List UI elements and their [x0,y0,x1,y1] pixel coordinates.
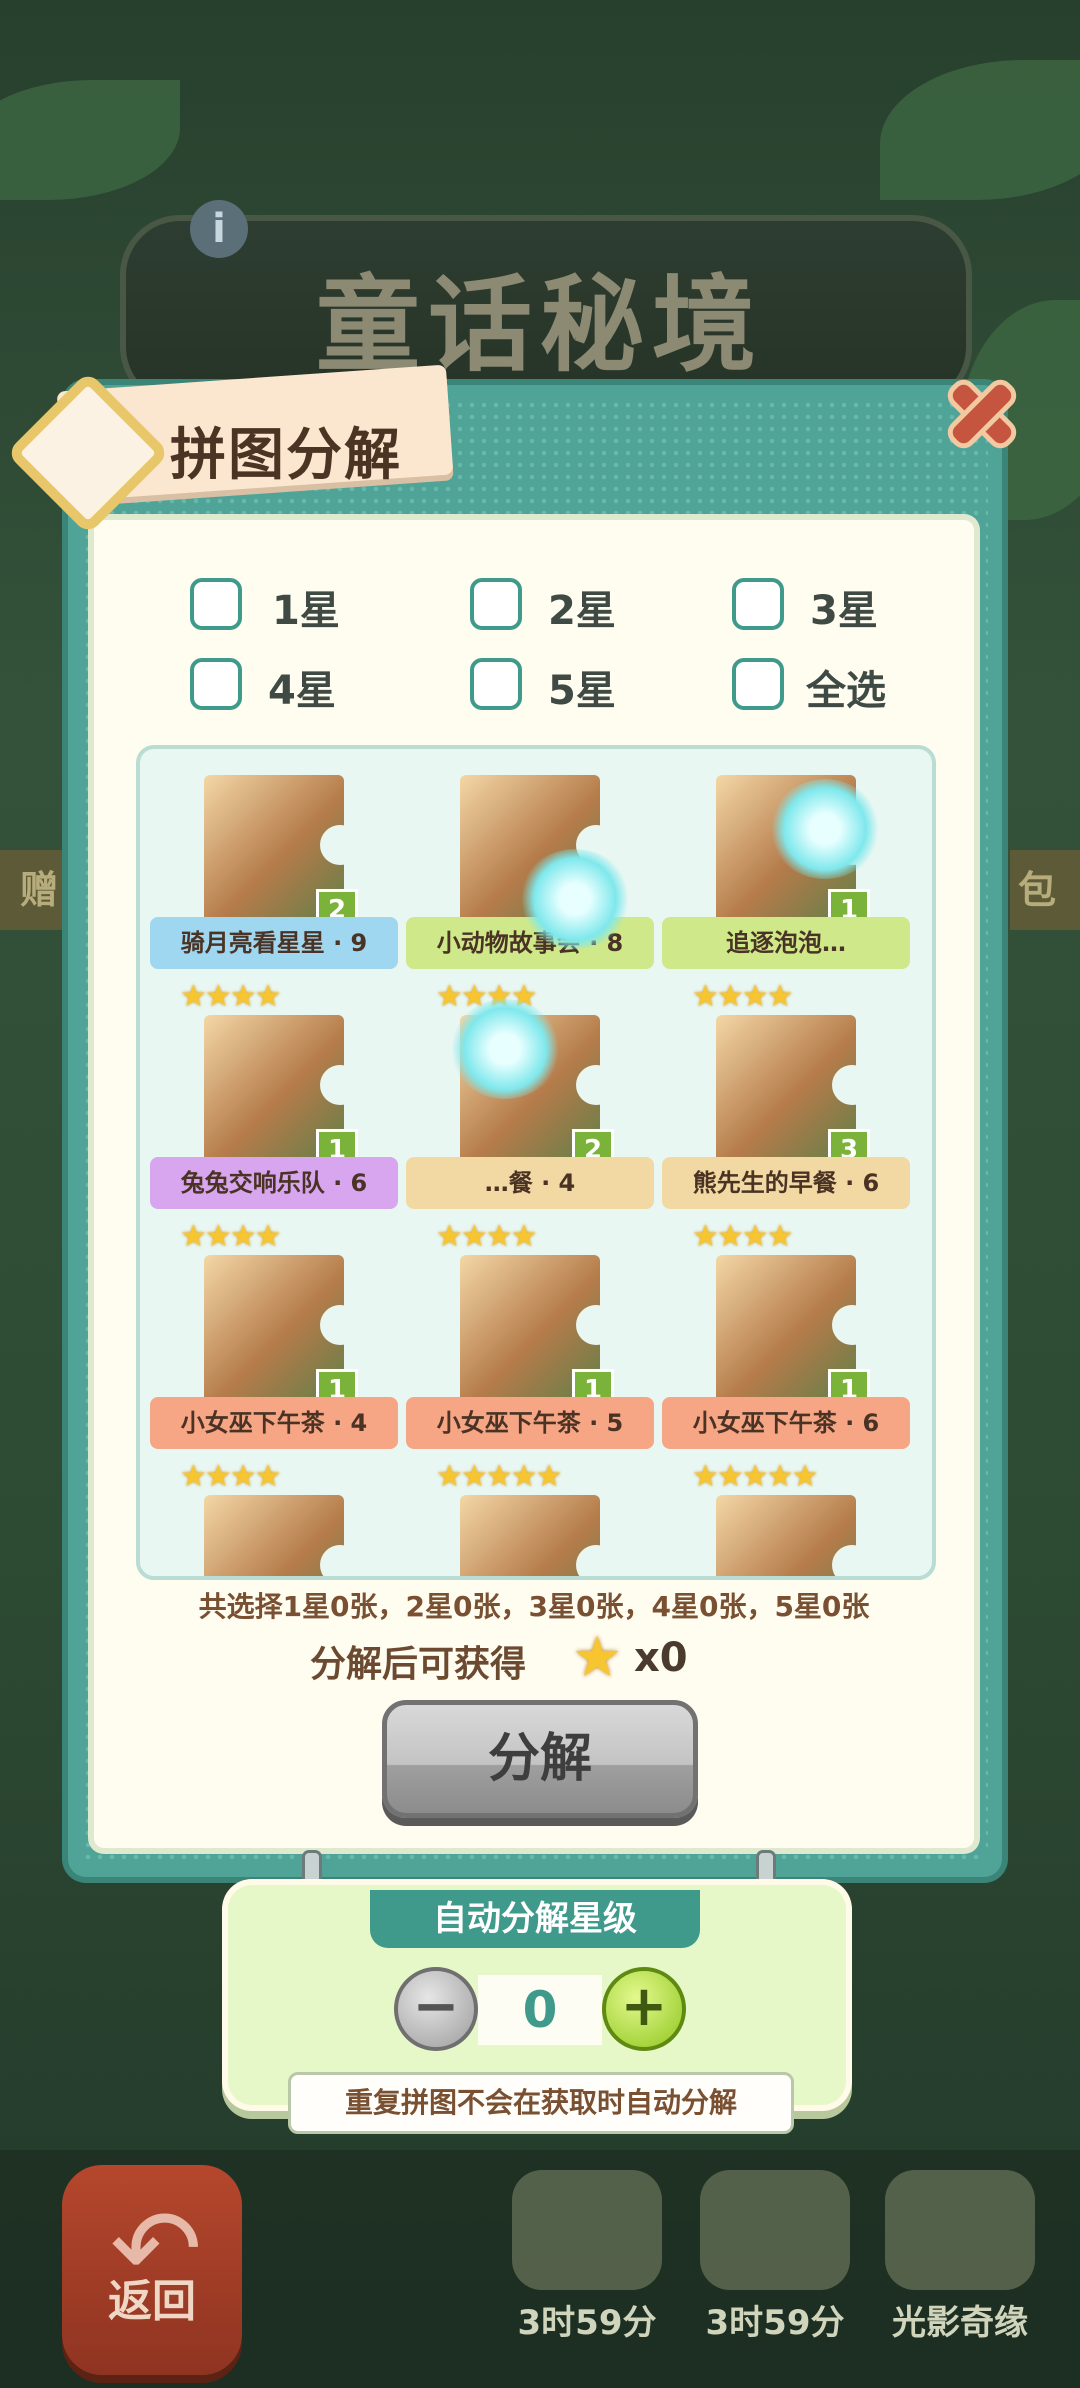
puzzle-grid[interactable]: 2骑月亮看星星 · 91小动物故事会 · 81追逐泡泡…★★★★1兔兔交响乐队 … [136,745,936,1580]
reward-label: 分解后可获得 [310,1644,527,1685]
auto-decompose-tooltip: 重复拼图不会在获取时自动分解 [288,2072,794,2134]
card-name: …餐 · 4 [406,1157,654,1209]
puzzle-card[interactable]: ★★★★ 1 小女巫下午茶 · 6 [658,1219,914,1459]
dialog-title: 拼图分解 [170,423,402,488]
selection-summary: 共选择1星0张，2星0张，3星0张，4星0张，5星0张 [198,1590,870,1623]
bottom-item-label: 光影奇缘 [892,2303,1028,2343]
star-icon: ★ [572,1625,623,1690]
filter-checkbox-select-all[interactable] [732,658,784,710]
card-name: 小女巫下午茶 · 6 [662,1397,910,1449]
bottom-item-timer: 3时59分 [705,2303,845,2343]
puzzle-image [204,1495,344,1576]
filter-label: 3星 [810,588,878,634]
background-title: 童话秘境 [315,263,764,386]
bottom-item-timer: 3时59分 [517,2303,657,2343]
puzzle-card[interactable]: ★★★★ 1 小女巫下午茶 · 4 [146,1219,402,1459]
puzzle-pack-icon[interactable] [512,2170,662,2290]
puzzle-image [460,1495,600,1576]
card-stars: ★★★★★ [436,1459,562,1494]
paw-icon [520,849,630,949]
reward-value: x0 [634,1635,688,1681]
puzzle-card[interactable]: ★★★★ 1 兔兔交响乐队 · 6 [146,979,402,1219]
card-stars: ★★★★ [692,1219,794,1254]
puzzle-card[interactable]: ★★★★ 1 小女巫下午茶 · 5 [402,1219,658,1459]
paw-icon [770,779,880,879]
puzzle-image [716,1495,856,1576]
mascot-icon[interactable] [885,2170,1035,2290]
puzzle-card[interactable]: ★★★★★1幽魂森林之歌 · 8 [658,1459,914,1576]
filter-label: 全选 [806,668,886,714]
card-stars: ★★★★ [436,1219,538,1254]
filter-label: 1星 [272,588,340,634]
side-tab-right[interactable]: 包 [1010,850,1080,930]
puzzle-card[interactable]: 1小动物故事会 · 8 [402,749,658,979]
close-button[interactable] [940,372,1024,456]
auto-decompose-title: 自动分解星级 [370,1890,700,1948]
card-name: 追逐泡泡… [662,917,910,969]
treasure-chest-icon[interactable] [700,2170,850,2290]
filter-label: 4星 [268,668,336,714]
filter-label: 5星 [548,668,616,714]
filter-checkbox-2star[interactable] [470,578,522,630]
card-stars: ★★★★ [180,979,282,1014]
filter-checkbox-5star[interactable] [470,658,522,710]
minus-button[interactable]: − [394,1967,478,2051]
puzzle-card[interactable]: 2 骑月亮看星星 · 9 [146,749,402,979]
card-stars: ★★★★★ [692,1459,818,1494]
filter-checkbox-1star[interactable] [190,578,242,630]
puzzle-card[interactable]: ★★★★ 3 熊先生的早餐 · 6 [658,979,914,1219]
puzzle-card[interactable]: ★★★★2幽魂森林之歌 · 4 [146,1459,402,1576]
card-stars: ★★★★ [692,979,794,1014]
card-name: 骑月亮看星星 · 9 [150,917,398,969]
card-name: 兔兔交响乐队 · 6 [150,1157,398,1209]
card-name: 小女巫下午茶 · 5 [406,1397,654,1449]
background-leaf [0,80,180,200]
filter-checkbox-3star[interactable] [732,578,784,630]
card-name: 小女巫下午茶 · 4 [150,1397,398,1449]
background-leaf [880,60,1080,200]
puzzle-card[interactable]: ★★★★★1幽魂森林之歌 · 7 [402,1459,658,1576]
auto-level-value: 0 [478,1975,602,2045]
card-name: 熊先生的早餐 · 6 [662,1157,910,1209]
plus-button[interactable]: + [602,1967,686,2051]
card-stars: ★★★★ [180,1219,282,1254]
paw-icon [450,999,560,1099]
back-button-label: 返回 [108,2276,196,2327]
decompose-button[interactable]: 分解 [382,1700,698,1818]
filter-label: 2星 [548,588,616,634]
filter-checkbox-4star[interactable] [190,658,242,710]
card-stars: ★★★★ [180,1459,282,1494]
